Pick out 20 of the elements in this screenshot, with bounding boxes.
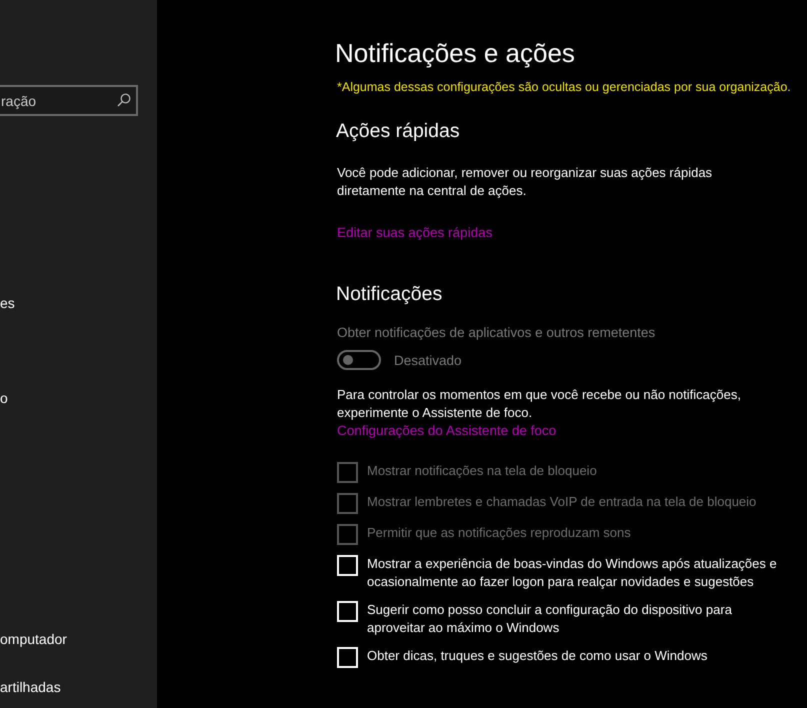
checkbox-label: Permitir que as notificações reproduzam sons — [367, 524, 631, 542]
sidebar-item[interactable]: o — [0, 389, 8, 407]
checkbox-label: Sugerir como posso concluir a configuração do dispositivo para aproveitar ao máximo o Windows — [367, 601, 733, 637]
sidebar-item[interactable]: omputador — [0, 630, 67, 648]
toggle-state-text: Desativado — [394, 352, 462, 368]
checkbox-label: Mostrar lembretes e chamadas VoIP de entrada na tela de bloqueio — [367, 493, 756, 511]
section-heading: Ações rápidas — [336, 119, 460, 144]
toggle-label: Obter notificações de aplicativos e outros remetentes — [337, 325, 656, 340]
checkbox-label: Obter dicas, truques e sugestões de como usar o Windows — [367, 647, 708, 665]
focus-description: Para controlar os momentos em que você recebe ou não notificações, experimente o Assistente de foco. — [337, 386, 742, 422]
sidebar-item[interactable]: es — [0, 294, 15, 312]
search-icon — [117, 93, 131, 107]
checkbox-label: Mostrar notificações na tela de bloqueio — [367, 462, 597, 480]
page-title: Notificações e ações — [335, 37, 575, 70]
description-text: Você pode adicionar, remover ou reorganizar suas ações rápidas diretamente na central de ações. — [337, 164, 714, 200]
checkbox-label: Mostrar a experiência de boas-vindas do Windows após atualizações e ocasionalmente ao fazer logon para realçar novidades e sugestões — [367, 555, 778, 591]
sidebar-item[interactable]: artilhadas — [0, 678, 61, 696]
managed-notice: *Algumas dessas configurações são ocultas ou gerenciadas por sua organização. — [337, 80, 791, 94]
section-heading: Notificações — [336, 282, 442, 307]
search-field[interactable]: ração — [0, 85, 138, 116]
